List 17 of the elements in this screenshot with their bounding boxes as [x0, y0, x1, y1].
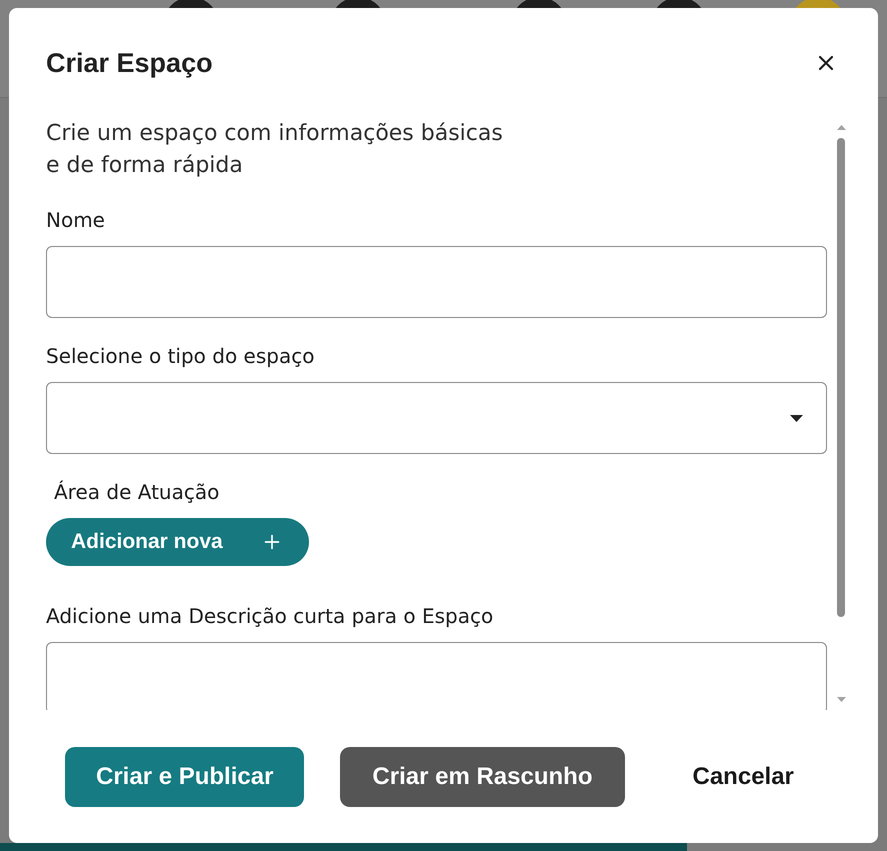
field-label: Adicione uma Descrição curta para o Espaço [46, 603, 494, 630]
caret-down-icon[interactable] [790, 414, 803, 422]
dialog-description: Crie um espaço com informações básicas e de forma rápida [46, 120, 504, 180]
dialog-title: Criar Espaço [46, 47, 213, 79]
field-label: Área de Atuação [53, 479, 220, 506]
textarea-field[interactable] [46, 642, 827, 710]
add-button[interactable]: Adicionar nova [46, 518, 309, 566]
field-label: Selecione o tipo do espaço [46, 343, 314, 370]
scroll-down-icon[interactable] [836, 697, 846, 702]
scrollbar-thumb[interactable] [837, 138, 845, 617]
field-label: Nome [46, 207, 105, 234]
scroll-up-icon[interactable] [836, 125, 846, 130]
cancel-button[interactable]: Cancelar [660, 747, 826, 807]
text-input[interactable] [46, 246, 827, 318]
draft-button[interactable]: Criar em Rascunho [340, 747, 624, 807]
publish-button[interactable]: Criar e Publicar [65, 747, 304, 807]
select-field[interactable] [46, 382, 827, 454]
